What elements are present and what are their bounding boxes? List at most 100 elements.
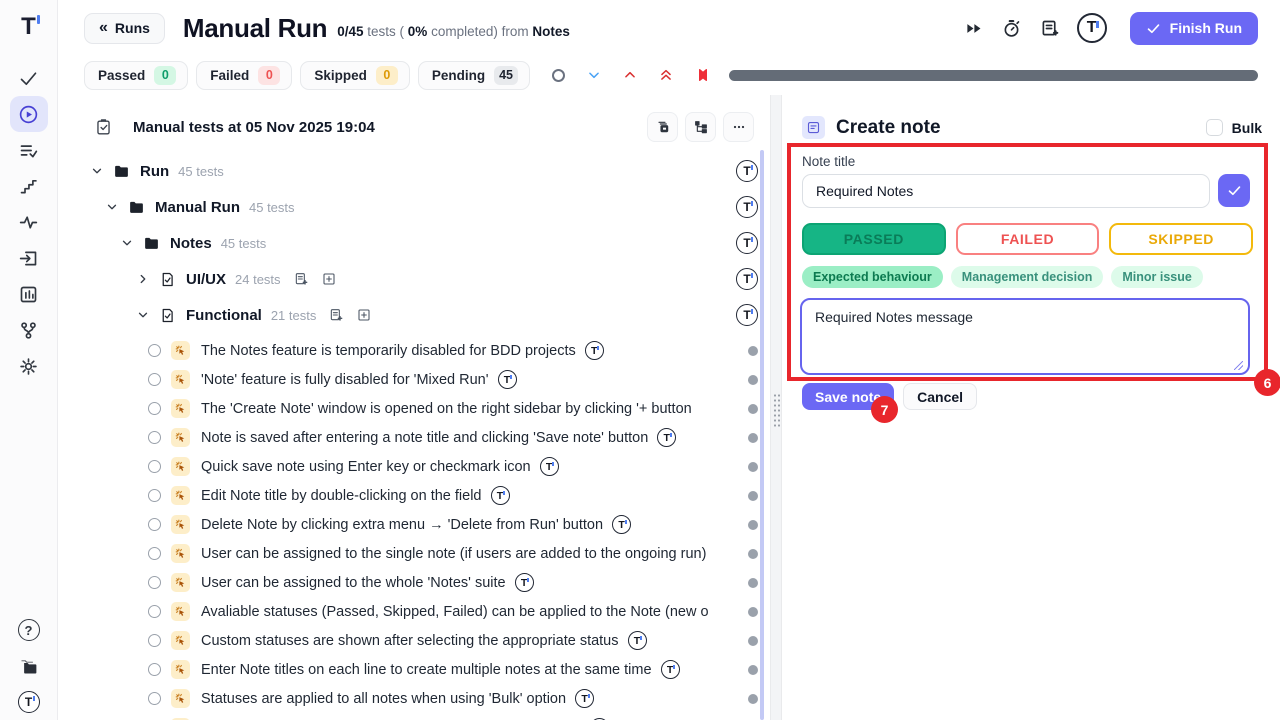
assignee-dot[interactable] [748, 520, 758, 530]
testomat-badge-icon[interactable]: T [736, 304, 758, 326]
test-row[interactable]: User can be assigned to the whole 'Notes… [58, 568, 770, 597]
testomat-badge-icon[interactable]: T [10, 684, 48, 720]
testomat-badge-icon[interactable]: T [736, 196, 758, 218]
quick-save-check-button[interactable] [1218, 174, 1250, 207]
more-icon[interactable] [723, 112, 754, 142]
note-title-input[interactable] [802, 174, 1210, 208]
stopwatch-icon[interactable] [1001, 18, 1022, 39]
help-icon[interactable]: ? [10, 612, 48, 648]
import-nav-icon[interactable] [10, 240, 48, 276]
assignee-dot[interactable] [748, 375, 758, 385]
chevron-down-icon[interactable] [136, 308, 150, 322]
test-status-radio[interactable] [148, 460, 161, 473]
test-status-radio[interactable] [148, 344, 161, 357]
chevron-down-icon[interactable] [120, 236, 134, 250]
testomat-badge-icon[interactable]: T [736, 232, 758, 254]
testomat-badge-icon[interactable]: T [491, 486, 510, 505]
test-status-radio[interactable] [148, 402, 161, 415]
testomat-logo-icon[interactable]: T [21, 0, 36, 54]
folder-row-manual-run[interactable]: Manual Run 45 tests T [58, 189, 770, 225]
test-row[interactable]: Edit Note title by double-clicking on th… [58, 481, 770, 510]
test-row[interactable]: 'Note' feature is fully disabled for 'Mi… [58, 365, 770, 394]
chevron-right-icon[interactable] [136, 272, 150, 286]
plus-square-icon[interactable] [356, 307, 372, 323]
test-status-radio[interactable] [148, 489, 161, 502]
resize-handle[interactable] [1234, 361, 1243, 370]
test-row[interactable]: The 'Convert to test' button is shown af… [58, 713, 770, 720]
testomat-badge-icon[interactable]: T [612, 515, 631, 534]
drag-handle[interactable] [773, 393, 780, 427]
testomat-badge-icon[interactable]: T [585, 341, 604, 360]
fast-forward-icon[interactable] [963, 18, 984, 39]
test-status-radio[interactable] [148, 431, 161, 444]
back-to-runs-button[interactable]: « Runs [84, 13, 165, 44]
chevron-down-icon[interactable] [90, 164, 104, 178]
steps-nav-icon[interactable] [10, 168, 48, 204]
status-filter-chip[interactable]: Pending45 [418, 61, 530, 90]
test-status-radio[interactable] [148, 373, 161, 386]
test-status-radio[interactable] [148, 518, 161, 531]
status-filter-chip[interactable]: Skipped0 [300, 61, 410, 90]
note-message-textarea[interactable]: Required Notes message [800, 298, 1250, 375]
bulk-label[interactable]: Bulk [1232, 120, 1262, 136]
assignee-dot[interactable] [748, 491, 758, 501]
assignee-dot[interactable] [748, 404, 758, 414]
double-chevron-up-icon[interactable] [659, 68, 673, 82]
test-status-radio[interactable] [148, 605, 161, 618]
status-filter-chip[interactable]: Passed0 [84, 61, 188, 90]
testomat-badge-icon[interactable]: T [540, 457, 559, 476]
test-status-radio[interactable] [148, 634, 161, 647]
chevron-up-icon[interactable] [623, 68, 637, 82]
panel-divider[interactable] [770, 95, 782, 720]
cancel-button[interactable]: Cancel [903, 383, 977, 410]
testomat-badge-icon[interactable]: T [736, 268, 758, 290]
runs-nav-play-circle-icon[interactable] [10, 96, 48, 132]
status-button[interactable]: PASSED [802, 223, 946, 255]
assignee-dot[interactable] [748, 578, 758, 588]
bulk-checkbox[interactable] [1206, 119, 1223, 136]
test-row[interactable]: Custom statuses are shown after selectin… [58, 626, 770, 655]
test-status-radio[interactable] [148, 547, 161, 560]
test-status-radio[interactable] [148, 576, 161, 589]
branch-nav-icon[interactable] [10, 312, 48, 348]
test-row[interactable]: Delete Note by clicking extra menu → 'De… [58, 510, 770, 539]
copy-icon[interactable] [647, 112, 678, 142]
test-row[interactable]: User can be assigned to the single note … [58, 539, 770, 568]
note-add-icon[interactable] [1039, 18, 1060, 39]
note-tag[interactable]: Management decision [951, 266, 1104, 288]
test-row[interactable]: The 'Create Note' window is opened on th… [58, 394, 770, 423]
folders-icon[interactable] [10, 648, 48, 684]
test-row[interactable]: Note is saved after entering a note titl… [58, 423, 770, 452]
testomat-badge-icon[interactable]: T [736, 160, 758, 182]
test-row[interactable]: Statuses are applied to all notes when u… [58, 684, 770, 713]
avatar[interactable]: T [1077, 13, 1107, 43]
assignee-dot[interactable] [748, 462, 758, 472]
folder-row-run[interactable]: Run 45 tests T [58, 153, 770, 189]
bar-chart-nav-icon[interactable] [10, 276, 48, 312]
assignee-dot[interactable] [748, 607, 758, 617]
tree-scrollbar[interactable] [760, 150, 764, 720]
gear-icon[interactable] [10, 348, 48, 384]
testomat-badge-icon[interactable]: T [628, 631, 647, 650]
note-tag[interactable]: Minor issue [1111, 266, 1202, 288]
test-status-radio[interactable] [148, 692, 161, 705]
test-row[interactable]: Enter Note titles on each line to create… [58, 655, 770, 684]
testomat-badge-icon[interactable]: T [515, 573, 534, 592]
assignee-dot[interactable] [748, 433, 758, 443]
testomat-badge-icon[interactable]: T [575, 689, 594, 708]
assignee-dot[interactable] [748, 346, 758, 356]
status-filter-chip[interactable]: Failed0 [196, 61, 292, 90]
testomat-badge-icon[interactable]: T [657, 428, 676, 447]
folder-row-notes[interactable]: Notes 45 tests T [58, 225, 770, 261]
testomat-badge-icon[interactable]: T [498, 370, 517, 389]
tree-structure-icon[interactable] [685, 112, 716, 142]
chevron-down-icon[interactable] [587, 68, 601, 82]
assignee-dot[interactable] [748, 549, 758, 559]
pulse-nav-icon[interactable] [10, 204, 48, 240]
plus-square-icon[interactable] [321, 271, 337, 287]
test-row[interactable]: Avaliable statuses (Passed, Skipped, Fai… [58, 597, 770, 626]
bookmark-icon[interactable] [695, 67, 711, 83]
test-status-radio[interactable] [148, 663, 161, 676]
suite-row-functional[interactable]: Functional 21 tests T [58, 297, 770, 333]
testomat-badge-icon[interactable]: T [661, 660, 680, 679]
